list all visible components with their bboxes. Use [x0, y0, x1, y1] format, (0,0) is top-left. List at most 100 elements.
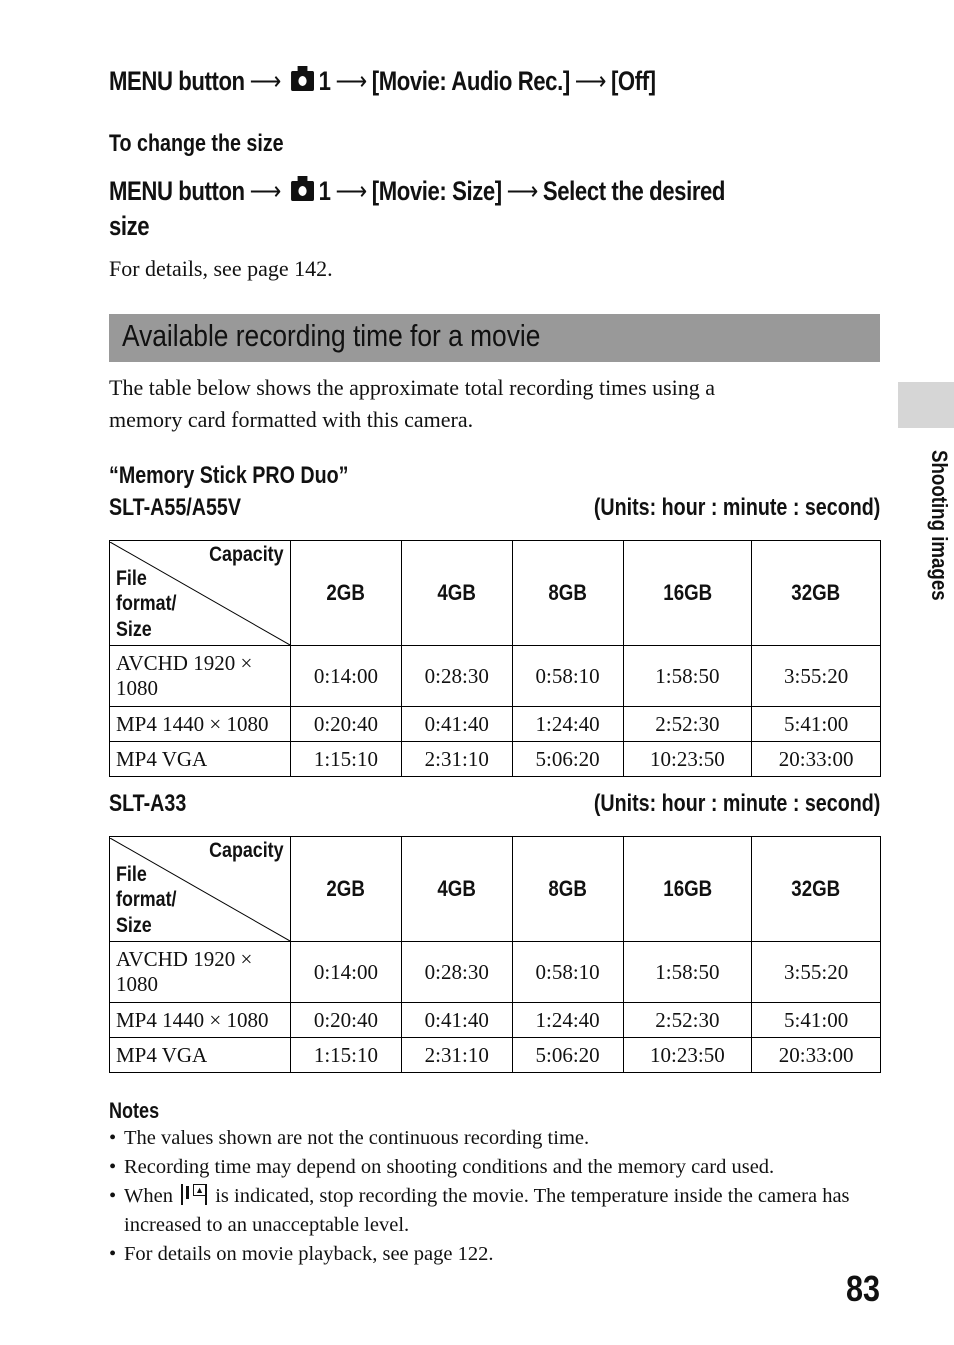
menu-path-size-cont: size: [109, 211, 150, 241]
arrow-right-icon: ⟶: [506, 176, 539, 206]
table-row: AVCHD 1920 × 1080 0:14:00 0:28:30 0:58:1…: [109, 645, 881, 707]
table-cell: 3:55:20: [751, 645, 881, 707]
units-label: (Units: hour : minute : second): [593, 494, 880, 521]
table-header-row: Capacity File format/ Size 2GB 4GB 8GB 1…: [109, 540, 881, 646]
capacity-label: Capacity: [209, 838, 284, 862]
notes-list: The values shown are not the continuous …: [109, 1124, 889, 1269]
column-header: 2GB: [290, 836, 402, 942]
table-cell: 2:52:30: [622, 706, 753, 742]
table-row: AVCHD 1920 × 1080 0:14:00 0:28:30 0:58:1…: [109, 941, 881, 1003]
table-row: MP4 1440 × 1080 0:20:40 0:41:40 1:24:40 …: [109, 706, 881, 742]
table-cell: 5:41:00: [751, 706, 881, 742]
column-header: 16GB: [622, 540, 753, 646]
table-row: MP4 1440 × 1080 0:20:40 0:41:40 1:24:40 …: [109, 1002, 881, 1038]
arrow-right-icon: ⟶: [249, 176, 282, 206]
table-cell: 5:41:00: [751, 1002, 881, 1038]
column-header: 4GB: [400, 540, 513, 646]
change-size-heading: To change the size: [109, 130, 284, 157]
arrow-right-icon: ⟶: [335, 176, 367, 206]
row-format: MP4 VGA: [109, 741, 291, 777]
side-tab-marker: [898, 382, 954, 428]
section-header: Available recording time for a movie: [109, 314, 880, 362]
table-cell: 5:06:20: [511, 741, 624, 777]
column-header: 32GB: [751, 540, 881, 646]
table-cell: 0:41:40: [400, 1002, 513, 1038]
table-cell: 1:24:40: [511, 706, 624, 742]
side-tab-label: Shooting images: [927, 450, 952, 601]
table-cell: 2:31:10: [400, 741, 513, 777]
table-cell: 1:24:40: [511, 1002, 624, 1038]
table-cell: 20:33:00: [751, 741, 881, 777]
column-header: 16GB: [622, 836, 753, 942]
table-cell: 0:14:00: [290, 645, 402, 707]
column-header: 4GB: [400, 836, 513, 942]
table-cell: 0:58:10: [511, 941, 624, 1003]
table-row: MP4 VGA 1:15:10 2:31:10 5:06:20 10:23:50…: [109, 741, 881, 777]
camera-icon: [290, 176, 314, 201]
corner-header: Capacity File format/ Size: [109, 540, 291, 646]
note-item: For details on movie playback, see page …: [109, 1240, 889, 1269]
intro-line: The table below shows the approximate to…: [109, 375, 716, 400]
table-cell: 3:55:20: [751, 941, 881, 1003]
table-cell: 0:20:40: [290, 1002, 402, 1038]
temperature-warning-icon: [181, 1184, 208, 1205]
table-cell: 1:15:10: [290, 741, 402, 777]
table-cell: 0:28:30: [400, 941, 513, 1003]
table-cell: 10:23:50: [622, 741, 753, 777]
corner-header: Capacity File format/ Size: [109, 836, 291, 942]
menu-tab-number: 1: [318, 66, 331, 96]
table-cell: 1:15:10: [290, 1037, 402, 1073]
table-cell: 0:20:40: [290, 706, 402, 742]
column-header: 2GB: [290, 540, 402, 646]
table-cell: 10:23:50: [622, 1037, 753, 1073]
table-cell: 2:52:30: [622, 1002, 753, 1038]
row-format: MP4 1440 × 1080: [109, 1002, 291, 1038]
row-format: AVCHD 1920 × 1080: [109, 645, 291, 707]
file-format-label: File format/ Size: [116, 566, 177, 641]
column-header: 8GB: [511, 836, 624, 942]
recording-time-table: Capacity File format/ Size 2GB 4GB 8GB 1…: [109, 540, 881, 777]
note-item: The values shown are not the continuous …: [109, 1124, 889, 1153]
model-label: SLT-A33: [109, 790, 187, 817]
model-label: SLT-A55/A55V: [109, 494, 241, 521]
arrow-right-icon: ⟶: [249, 66, 282, 96]
recording-time-table: Capacity File format/ Size 2GB 4GB 8GB 1…: [109, 836, 881, 1073]
arrow-right-icon: ⟶: [574, 66, 607, 96]
menu-option-off: [Off]: [610, 66, 656, 96]
menu-path-size: MENU button ⟶ 1 ⟶ [Movie: Size] ⟶ Select the d…: [109, 176, 725, 207]
menu-button-label: MENU button: [109, 176, 245, 206]
note-item: Recording time may depend on shooting co…: [109, 1153, 889, 1182]
table-cell: 2:31:10: [400, 1037, 513, 1073]
notes-heading: Notes: [109, 1098, 160, 1123]
note-item: When is indicated, stop recording the mo…: [109, 1182, 889, 1240]
capacity-label: Capacity: [209, 542, 284, 566]
menu-step-select-size: Select the desired: [542, 176, 726, 206]
table-cell: 1:58:50: [622, 645, 753, 707]
page-number: 83: [845, 1268, 880, 1309]
table-header-row: Capacity File format/ Size 2GB 4GB 8GB 1…: [109, 836, 881, 942]
media-label: “Memory Stick PRO Duo”: [109, 462, 349, 489]
details-reference: For details, see page 142.: [109, 256, 333, 281]
table-row: MP4 VGA 1:15:10 2:31:10 5:06:20 10:23:50…: [109, 1037, 881, 1073]
table-cell: 20:33:00: [751, 1037, 881, 1073]
section-title: Available recording time for a movie: [122, 318, 541, 353]
table-cell: 5:06:20: [511, 1037, 624, 1073]
table-cell: 1:58:50: [622, 941, 753, 1003]
camera-icon: [290, 66, 314, 91]
table-cell: 0:41:40: [400, 706, 513, 742]
file-format-label: File format/ Size: [116, 862, 177, 937]
column-header: 32GB: [751, 836, 881, 942]
section-intro: The table below shows the approximate to…: [109, 372, 715, 436]
row-format: MP4 VGA: [109, 1037, 291, 1073]
menu-tab-number: 1: [318, 176, 331, 206]
table-cell: 0:28:30: [400, 645, 513, 707]
menu-button-label: MENU button: [109, 66, 245, 96]
row-format: AVCHD 1920 × 1080: [109, 941, 291, 1003]
menu-item-audio-rec: [Movie: Audio Rec.]: [371, 66, 570, 96]
row-format: MP4 1440 × 1080: [109, 706, 291, 742]
column-header: 8GB: [511, 540, 624, 646]
intro-line: memory card formatted with this camera.: [109, 407, 474, 432]
menu-item-movie-size: [Movie: Size]: [371, 176, 502, 206]
arrow-right-icon: ⟶: [335, 66, 367, 96]
units-label: (Units: hour : minute : second): [593, 790, 880, 817]
